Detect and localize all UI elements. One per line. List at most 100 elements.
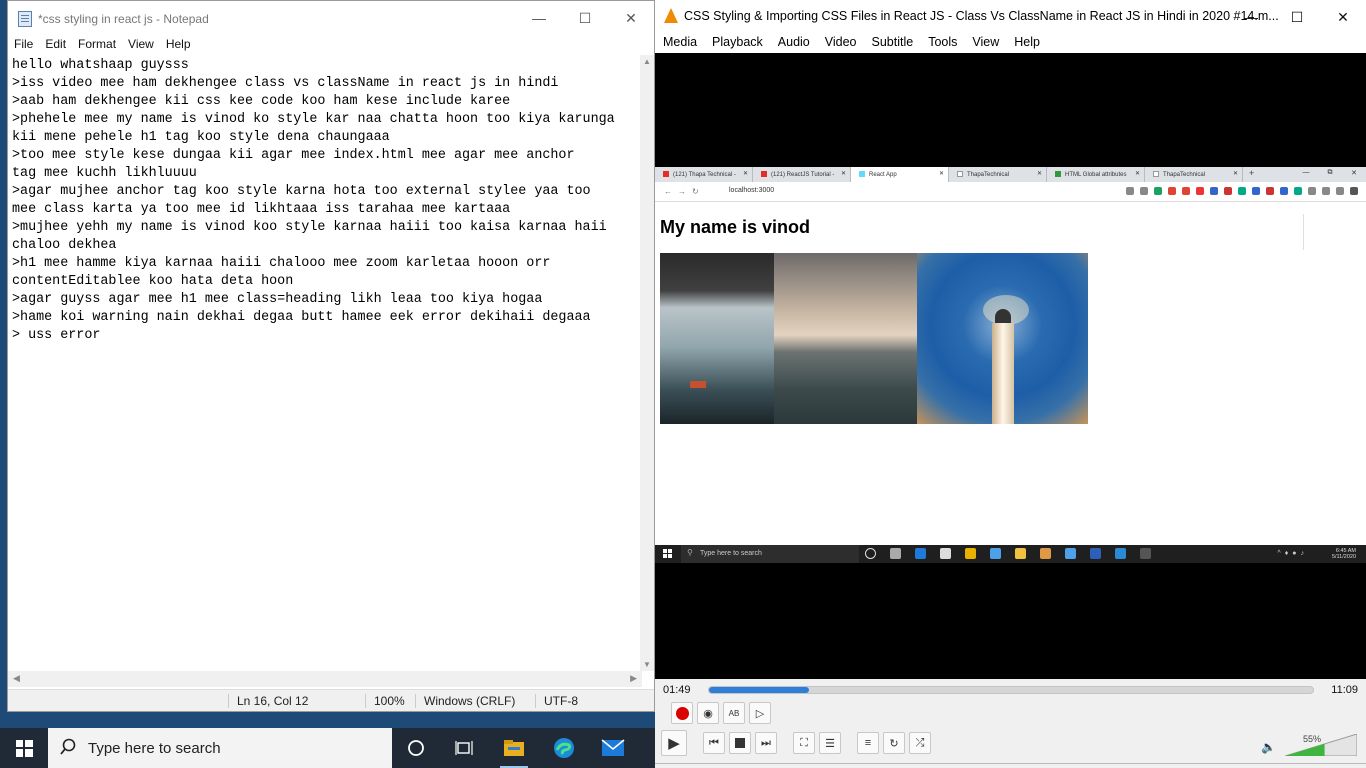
seek-bar[interactable] [708, 686, 1314, 694]
fullscreen-button[interactable]: ⛶ [793, 732, 815, 754]
total-time: 11:09 [1331, 684, 1358, 696]
scroll-left-icon[interactable]: ◀ [13, 673, 20, 684]
image-sea [774, 253, 917, 424]
vlc-titlebar[interactable]: CSS Styling & Importing CSS Files in Rea… [655, 0, 1366, 32]
cortana-icon[interactable] [404, 736, 428, 760]
page-icon [957, 171, 963, 177]
edge-browser-icon[interactable] [552, 736, 576, 760]
tab-label: (121) ReactJS Tutorial - [771, 172, 835, 178]
close-icon[interactable]: ✕ [608, 1, 654, 35]
notepad-title: *css styling in react js - Notepad [38, 12, 209, 26]
video-area[interactable]: (121) Thapa Technical - ✕ (121) ReactJS T… [655, 53, 1366, 679]
image-lighthouse [917, 253, 1088, 424]
maximize-icon[interactable]: ☐ [1274, 0, 1320, 34]
menu-file[interactable]: File [8, 35, 39, 55]
vertical-scrollbar[interactable]: ▲ ▼ [640, 55, 654, 671]
playlist-icon: ≡ [864, 737, 872, 749]
stop-button[interactable] [729, 732, 751, 754]
tray-date: 5/11/2020 [1331, 554, 1356, 560]
shuffle-icon: ⤮ [915, 736, 925, 749]
tab-label: ThapaTechnical [967, 172, 1010, 178]
video-taskbar-search: ⚲ Type here to search [681, 545, 859, 563]
menu-view[interactable]: View [122, 35, 160, 55]
play-button[interactable]: ▶ [661, 730, 687, 756]
menu-video[interactable]: Video [817, 32, 864, 53]
next-button[interactable]: ⏭ [755, 732, 777, 754]
address-bar: localhost:3000 [729, 187, 775, 194]
taskbar-search-box[interactable]: Type here to search [48, 728, 392, 768]
text-line: >iss video mee ham dekhengee class vs cl… [12, 76, 559, 91]
menu-view[interactable]: View [964, 32, 1006, 53]
navigation-icons: ←→↻ [664, 187, 705, 196]
horizontal-scrollbar[interactable]: ◀ ▶ [8, 671, 642, 687]
fullscreen-icon: ⛶ [800, 736, 808, 749]
menu-tools[interactable]: Tools [920, 32, 964, 53]
menu-audio[interactable]: Audio [770, 32, 817, 53]
close-icon: ✕ [1134, 171, 1140, 177]
scroll-right-icon[interactable]: ▶ [630, 673, 637, 684]
frame-step-button[interactable]: ▷ [749, 702, 771, 724]
text-line: chaloo dekhea [12, 238, 117, 253]
loop-ab-button[interactable]: AB [723, 702, 745, 724]
menu-format[interactable]: Format [72, 35, 122, 55]
record-button[interactable] [671, 702, 693, 724]
notepad-statusbar: Ln 16, Col 12 100% Windows (CRLF) UTF-8 [8, 689, 654, 711]
minimize-icon[interactable]: — [1228, 0, 1274, 34]
scroll-down-icon[interactable]: ▼ [643, 660, 651, 669]
tab-label: (121) Thapa Technical - [673, 172, 736, 178]
menu-help[interactable]: Help [1006, 32, 1047, 53]
browser-toolbar: ←→↻ localhost:3000 [655, 182, 1366, 202]
notepad-text-area[interactable]: hello whatshaap guysss >iss video mee ham… [12, 57, 640, 671]
speaker-icon[interactable]: 🔈 [1261, 740, 1276, 754]
encoding: UTF-8 [535, 694, 578, 708]
menu-subtitle[interactable]: Subtitle [864, 32, 921, 53]
close-icon: ✕ [742, 171, 748, 177]
vlc-menubar: Media Playback Audio Video Subtitle Tool… [655, 32, 1366, 53]
scroll-up-icon[interactable]: ▲ [643, 57, 651, 66]
close-icon: ✕ [1232, 171, 1238, 177]
equalizer-icon: ☰ [825, 737, 835, 750]
tab-label: ThapaTechnical [1163, 172, 1206, 178]
extension-icons [1126, 187, 1358, 195]
vlc-window: CSS Styling & Importing CSS Files in Rea… [655, 0, 1366, 768]
camera-icon: ◉ [703, 707, 713, 720]
youtube-icon [663, 171, 669, 177]
extended-settings-button[interactable]: ☰ [819, 732, 841, 754]
menu-playback[interactable]: Playback [704, 32, 770, 53]
loop-icon: ↻ [889, 737, 899, 750]
minimize-icon[interactable]: — [516, 1, 562, 35]
vlc-cone-icon [664, 8, 678, 23]
shuffle-button[interactable]: ⤮ [909, 732, 931, 754]
browser-tab: HTML Global attributes ✕ [1047, 167, 1145, 182]
text-line: hello whatshaap guysss [12, 58, 189, 73]
file-explorer-icon[interactable] [502, 736, 526, 760]
video-browser-frame: (121) Thapa Technical - ✕ (121) ReactJS T… [655, 167, 1366, 545]
volume-slider[interactable] [1285, 734, 1357, 756]
browser-tab: (121) ReactJS Tutorial - ✕ [753, 167, 851, 182]
loop-button[interactable]: ↻ [883, 732, 905, 754]
line-ending: Windows (CRLF) [415, 694, 515, 708]
notepad-window: *css styling in react js - Notepad — ☐ ✕… [7, 0, 655, 712]
menu-media[interactable]: Media [655, 32, 704, 53]
elapsed-time: 01:49 [663, 684, 691, 696]
maximize-icon[interactable]: ☐ [562, 1, 608, 35]
task-view-icon[interactable] [452, 736, 476, 760]
cursor-position: Ln 16, Col 12 [228, 694, 308, 708]
menu-help[interactable]: Help [160, 35, 197, 55]
mail-icon[interactable] [601, 736, 625, 760]
tab-label: HTML Global attributes [1065, 172, 1127, 178]
vlc-statusbar [655, 763, 1366, 768]
browser-tab: ThapaTechnical ✕ [1145, 167, 1243, 182]
zoom-level: 100% [365, 694, 405, 708]
close-icon[interactable]: ✕ [1320, 0, 1366, 34]
lighthouse-tower [992, 323, 1014, 424]
start-button[interactable] [0, 728, 48, 768]
playlist-button[interactable]: ≡ [857, 732, 879, 754]
previous-button[interactable]: ⏮ [703, 732, 725, 754]
snapshot-button[interactable]: ◉ [697, 702, 719, 724]
browser-tabstrip: (121) Thapa Technical - ✕ (121) ReactJS T… [655, 167, 1366, 182]
menu-edit[interactable]: Edit [39, 35, 72, 55]
notepad-titlebar[interactable]: *css styling in react js - Notepad — ☐ ✕ [8, 1, 654, 35]
page-icon [1153, 171, 1159, 177]
text-line: >too mee style kese dungaa kii agar mee … [12, 148, 575, 163]
